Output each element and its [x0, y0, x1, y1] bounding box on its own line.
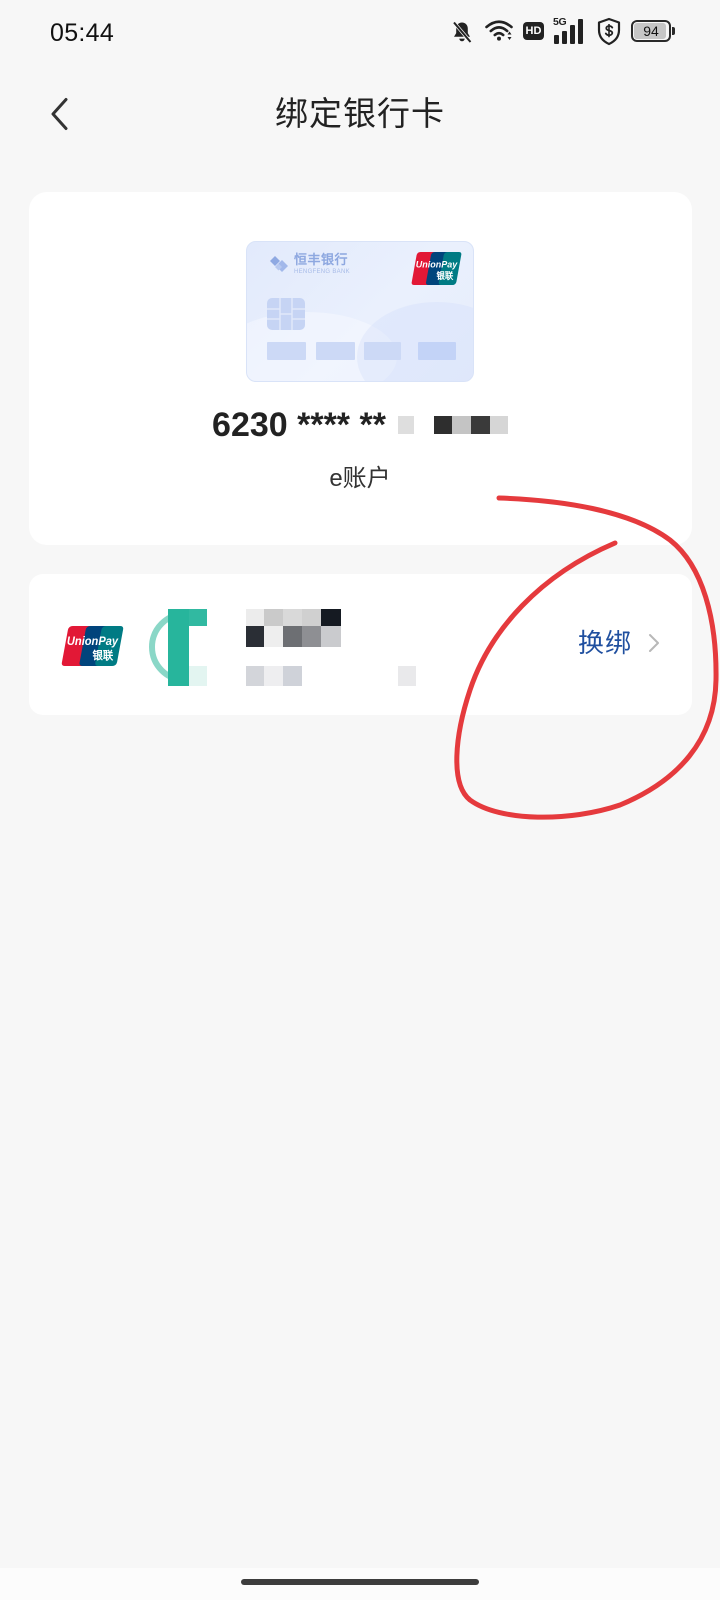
- mosaic-block: [283, 609, 302, 626]
- card-stripe: [267, 342, 306, 360]
- masked-account-info: [246, 609, 418, 686]
- wifi-icon: [485, 20, 513, 41]
- unionpay-cn-text: 银联: [437, 270, 454, 282]
- status-bar: 05:44 HD 5G 94: [0, 0, 720, 60]
- chevron-right-icon: [649, 634, 659, 652]
- mosaic-block: [321, 626, 341, 647]
- mosaic-block: [283, 626, 302, 647]
- mosaic-block: [397, 416, 414, 434]
- unionpay-logo: UnionPay 银联: [61, 626, 124, 666]
- bank-card-image: 恒丰银行 HENGFENG BANK UnionPay 银联: [246, 241, 474, 382]
- unionpay-text: UnionPay: [416, 260, 458, 270]
- signal-bar: [578, 19, 583, 44]
- signal-bar: [562, 31, 567, 44]
- unionpay-text: UnionPay: [67, 636, 119, 648]
- mosaic-block: [489, 416, 508, 434]
- signal-bar: [570, 25, 575, 44]
- chip-icon: [267, 298, 305, 330]
- mosaic-block: [302, 626, 321, 647]
- mosaic-block: [302, 609, 321, 626]
- battery-level: 94: [643, 23, 659, 39]
- mosaic-block: [433, 416, 452, 434]
- mosaic-block: [264, 666, 283, 686]
- card-stripe: [418, 342, 456, 360]
- mosaic-block: [264, 626, 283, 647]
- card-number-row: 6230 **** **: [0, 405, 720, 445]
- unionpay-logo: UnionPay 银联: [411, 252, 462, 285]
- card-stripe: [316, 342, 355, 360]
- bank-name-en: HENGFENG BANK: [294, 269, 350, 275]
- home-indicator[interactable]: [241, 1579, 479, 1585]
- rebind-button[interactable]: 换绑: [570, 610, 662, 676]
- mosaic-block: [246, 626, 264, 647]
- mosaic-block: [246, 666, 264, 686]
- mosaic-block: [470, 416, 490, 434]
- bell-muted-icon: [452, 21, 472, 44]
- page-title: 绑定银行卡: [275, 95, 445, 132]
- mosaic-block: [246, 609, 264, 626]
- masked-card-digits: [397, 416, 508, 434]
- shield-dollar-icon: [597, 17, 621, 46]
- unionpay-cn-text: 银联: [93, 648, 114, 662]
- signal-bar: [554, 35, 559, 44]
- network-label: 5G: [553, 16, 567, 28]
- mosaic-block: [398, 666, 416, 686]
- account-type-label: e账户: [329, 465, 391, 492]
- battery-body: 94: [631, 20, 671, 42]
- bank-logo-icon: [149, 609, 207, 686]
- mosaic-block: [283, 666, 302, 686]
- rebind-label: 换绑: [578, 628, 633, 658]
- battery-nub: [672, 27, 675, 35]
- mosaic-block: [264, 609, 283, 626]
- 5g-signal-icon: 5G: [553, 16, 587, 44]
- mosaic-block: [321, 609, 341, 626]
- mosaic-block: [451, 416, 471, 434]
- battery-icon: 94: [631, 20, 677, 42]
- bank-name: 恒丰银行: [294, 252, 349, 267]
- hengfeng-bank-logo-icon: [270, 256, 288, 272]
- hd-icon: HD: [523, 22, 544, 40]
- status-time: 05:44: [50, 19, 115, 47]
- card-stripe: [364, 342, 401, 360]
- card-number: 6230 **** **: [212, 406, 386, 444]
